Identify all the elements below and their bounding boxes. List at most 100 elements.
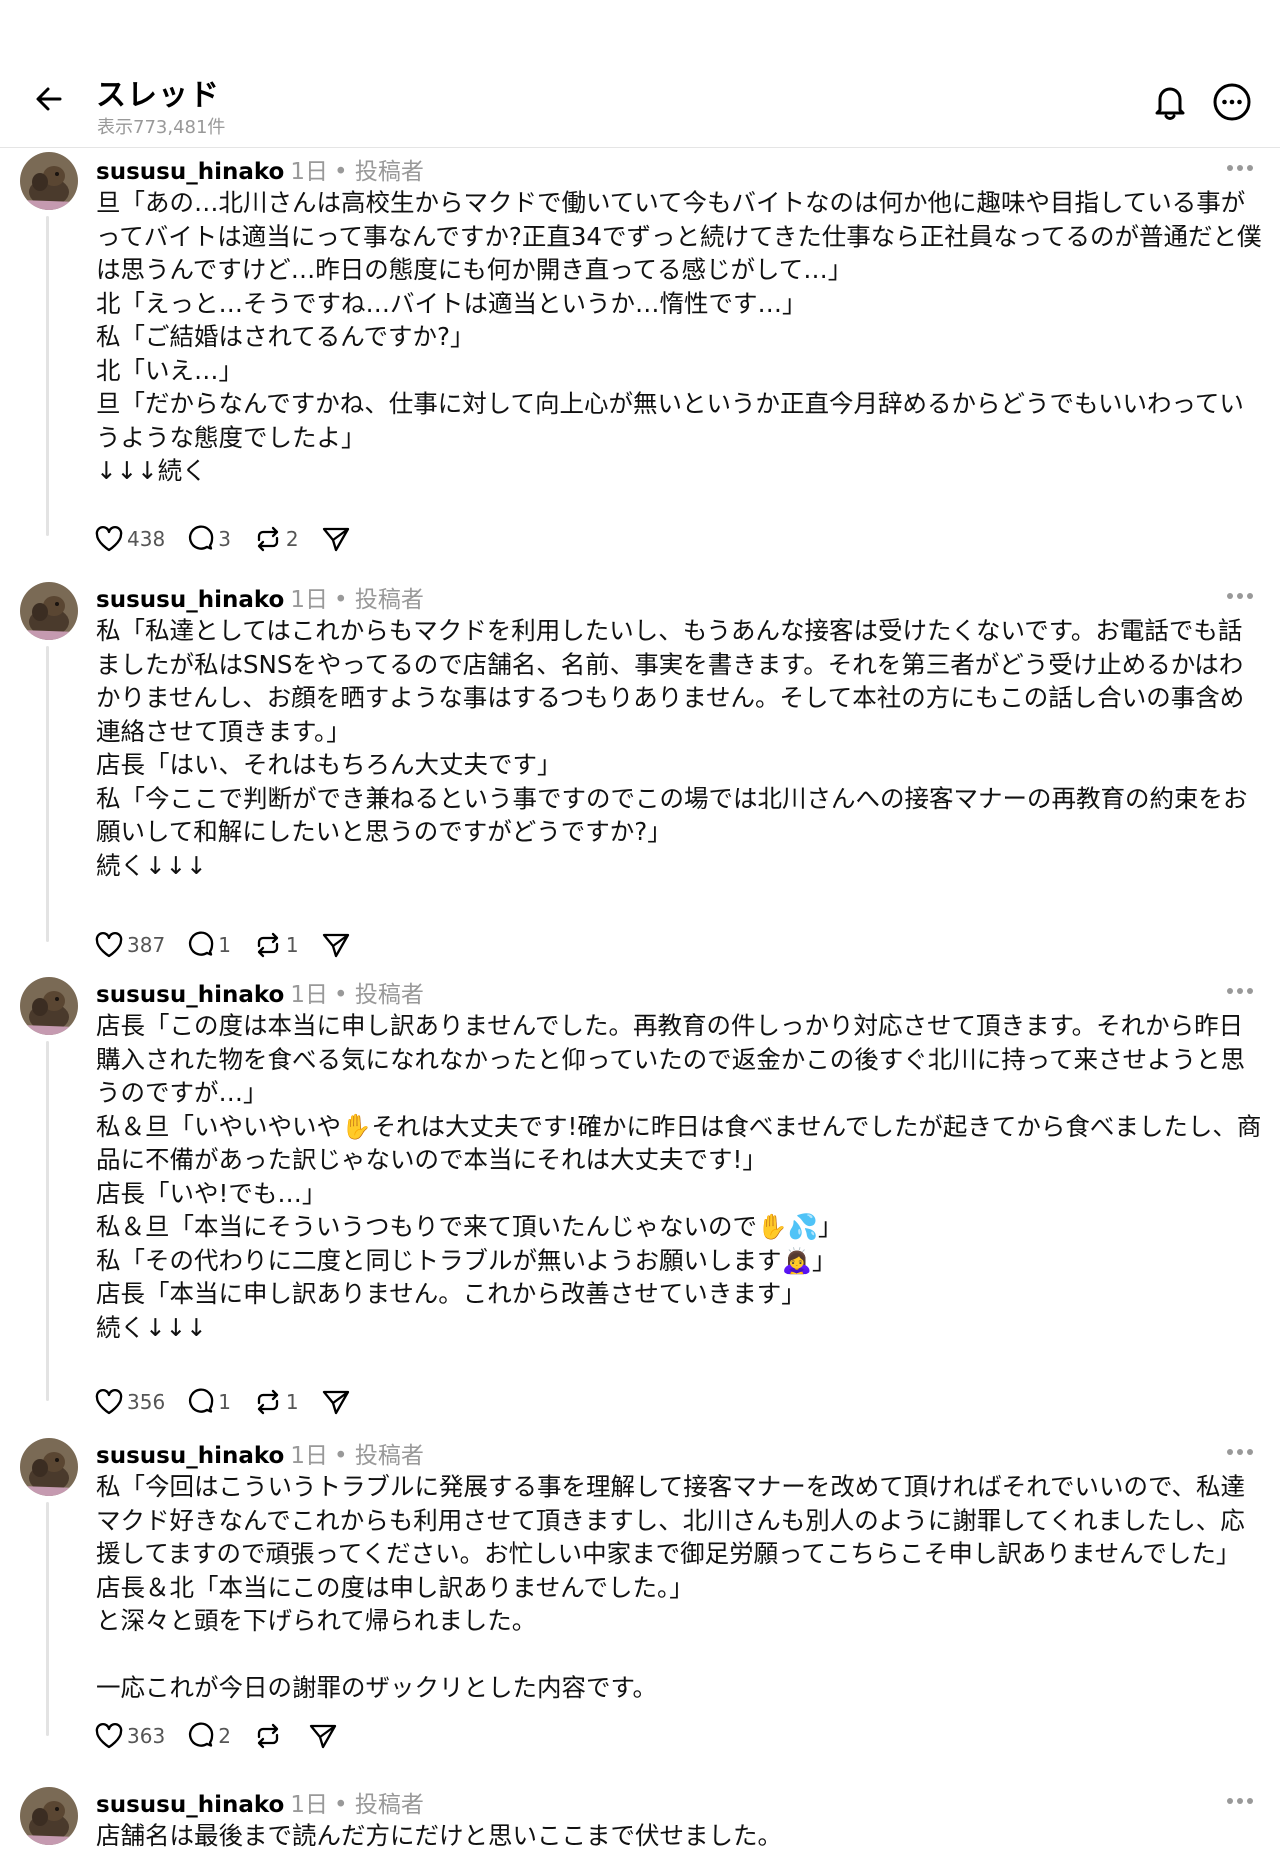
avatar-image [20,977,78,1035]
send-icon [309,1724,337,1749]
post-time: 1日 [290,1792,328,1818]
repost-count: 1 [285,1390,299,1414]
repost-count: 2 [285,527,299,551]
like-button[interactable]: 356 [94,1388,165,1416]
comment-icon [189,1388,214,1413]
repost-icon [257,1389,279,1415]
send-icon [322,1390,349,1415]
share-button[interactable] [321,525,351,553]
page-title: スレッド [96,78,220,113]
author-badge: • 投稿者 [333,982,424,1008]
post-more-button[interactable] [1220,584,1260,608]
post-actions: 363 2 [94,1719,360,1753]
avatar-image [20,1787,78,1845]
avatar[interactable] [20,152,78,210]
view-count: 表示773,481件 [97,117,226,138]
post-actions: 387 1 1 [94,928,373,962]
notifications-button[interactable] [1148,80,1192,124]
repost-button[interactable]: 1 [253,1388,299,1416]
share-button[interactable] [321,931,351,959]
avatar[interactable] [20,1438,78,1496]
avatar-image [20,582,78,640]
post-actions: 438 3 2 [94,522,373,556]
send-icon [322,527,349,552]
comment-icon [189,931,214,956]
repost-icon [257,526,279,552]
more-dots-icon [1227,1798,1253,1804]
post-meta: sususu_hinako 1日 • 投稿者 [96,975,424,1009]
post-text: 店舗名は最後まで読んだ方にだけと思いここまで伏せました。 [96,1821,782,1850]
top-bar: スレッド 表示773,481件 [0,0,1280,148]
post-more-button[interactable] [1220,156,1260,180]
avatar[interactable] [20,1787,78,1845]
thread-connector [46,216,49,536]
post-time: 1日 [290,982,328,1008]
like-count: 438 [127,527,166,551]
post-more-button[interactable] [1220,979,1260,1003]
author-badge: • 投稿者 [333,159,424,185]
post-text: 店長「この度は本当に申し訳ありませんでした。再教育の件しっかり対応させて頂きます… [96,1011,1262,1342]
comment-icon [189,1722,214,1747]
post-actions: 356 1 1 [94,1385,373,1419]
post-text: 旦「あの…北川さんは高校生からマクドで働いていて今もバイトなのは何か他に趣味や目… [96,188,1262,485]
post-meta: sususu_hinako 1日 • 投稿者 [96,152,424,186]
share-button[interactable] [308,1722,338,1750]
post-meta: sususu_hinako 1日 • 投稿者 [96,1785,424,1819]
like-button[interactable]: 438 [94,525,165,553]
username[interactable]: sususu_hinako [96,159,284,185]
thread-connector [46,1041,49,1401]
post-more-button[interactable] [1220,1789,1260,1813]
post-meta: sususu_hinako 1日 • 投稿者 [96,1436,424,1470]
like-button[interactable]: 387 [94,931,165,959]
share-button[interactable] [321,1388,351,1416]
more-dots-icon [1227,593,1253,599]
repost-button[interactable]: 2 [253,525,299,553]
avatar[interactable] [20,582,78,640]
username[interactable]: sususu_hinako [96,1792,284,1818]
repost-icon [257,1723,279,1749]
arrow-left-icon [36,87,62,111]
avatar[interactable] [20,977,78,1035]
avatar-image [20,1438,78,1496]
comment-icon [189,525,214,550]
reply-count: 1 [218,1390,231,1414]
username[interactable]: sususu_hinako [96,587,284,613]
post-text: 私「今回はこういうトラブルに発展する事を理解して接客マナーを改めて頂ければそれで… [96,1472,1246,1702]
like-button[interactable]: 363 [94,1722,165,1750]
more-dots-icon [1227,165,1253,171]
reply-button[interactable]: 1 [187,1388,231,1416]
reply-button[interactable]: 2 [187,1722,231,1750]
heart-icon [95,932,123,958]
repost-button[interactable] [253,1722,286,1750]
reply-button[interactable]: 1 [187,931,231,959]
reply-count: 2 [218,1724,231,1748]
more-dots-icon [1227,1449,1253,1455]
author-badge: • 投稿者 [333,587,424,613]
thread-connector [46,1502,49,1736]
more-circle-icon [1213,83,1251,121]
post-time: 1日 [290,159,328,185]
post-time: 1日 [290,1443,328,1469]
like-count: 387 [127,933,166,957]
avatar-image [20,152,78,210]
heart-icon [95,1723,123,1749]
repost-button[interactable]: 1 [253,931,299,959]
username[interactable]: sususu_hinako [96,1443,284,1469]
post-more-button[interactable] [1220,1440,1260,1464]
reply-count: 1 [218,933,231,957]
more-dots-icon [1227,988,1253,994]
back-button[interactable] [28,78,70,120]
post-meta: sususu_hinako 1日 • 投稿者 [96,580,424,614]
reply-count: 3 [218,527,231,551]
username[interactable]: sususu_hinako [96,982,284,1008]
send-icon [322,933,349,958]
author-badge: • 投稿者 [333,1792,424,1818]
post-time: 1日 [290,587,328,613]
thread-connector [46,646,49,942]
author-badge: • 投稿者 [333,1443,424,1469]
reply-button[interactable]: 3 [187,525,231,553]
repost-count: 1 [285,933,299,957]
post-text: 私「私達としてはこれからもマクドを利用したいし、もうあんな接客は受けたくないです… [96,616,1248,880]
heart-icon [95,526,123,552]
more-options-button[interactable] [1210,80,1254,124]
